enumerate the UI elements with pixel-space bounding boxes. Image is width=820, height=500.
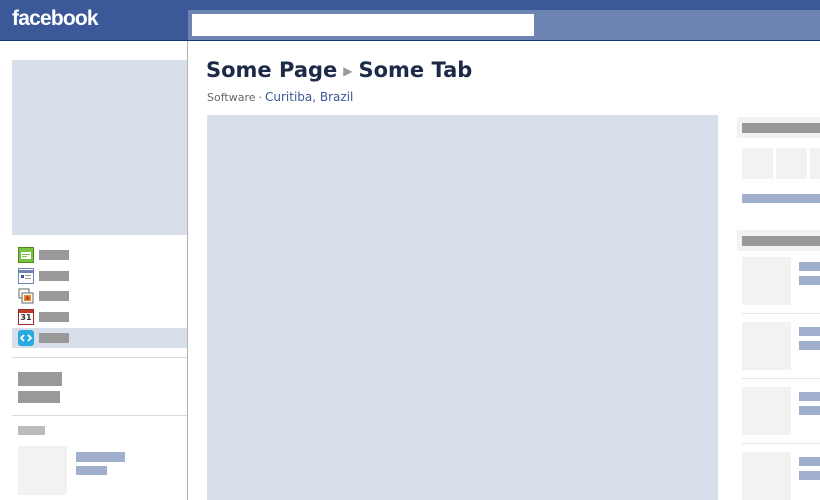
related-thumbnail[interactable]: [742, 322, 791, 370]
fan-thumbnail[interactable]: [776, 148, 807, 179]
page-title: Some Page ▶ Some Tab: [206, 58, 472, 82]
header-bar: [742, 123, 820, 133]
events-icon: 31: [18, 309, 34, 325]
related-detail-bar: [799, 406, 820, 415]
events-icon-date: 31: [20, 313, 32, 322]
divider: [742, 378, 820, 379]
related-detail-bar: [799, 276, 820, 285]
sidebar-item-label: [39, 250, 69, 260]
fan-thumbnail[interactable]: [742, 148, 773, 179]
page-subtitle: Software · Curitiba, Brazil: [207, 90, 353, 104]
info-icon: [18, 268, 34, 284]
sidebar-item-events[interactable]: 31: [12, 307, 187, 327]
sidebar-item-label: [39, 312, 69, 322]
sidebar-item-label: [39, 291, 69, 301]
search-input[interactable]: [192, 14, 534, 36]
separator-dot: ·: [258, 91, 263, 104]
sidebar-item-wall[interactable]: [12, 245, 187, 265]
related-name-bar[interactable]: [799, 262, 820, 271]
sidebar-item-label: [39, 271, 69, 281]
fan-thumbnail[interactable]: [810, 148, 820, 179]
related-thumbnail[interactable]: [742, 452, 791, 500]
divider: [12, 415, 187, 416]
facebook-logo[interactable]: facebook: [12, 7, 99, 31]
tab-name: Some Tab: [358, 58, 473, 82]
related-detail-bar: [799, 471, 820, 480]
sidebar-item-info[interactable]: [12, 266, 187, 286]
friend-name-bar[interactable]: [76, 452, 125, 462]
page-category: Software: [207, 91, 256, 104]
related-thumbnail[interactable]: [742, 387, 791, 435]
related-name-bar[interactable]: [799, 327, 820, 336]
see-all-link-bar[interactable]: [742, 194, 820, 203]
sidebar-item-label: [39, 333, 69, 343]
profile-picture[interactable]: [12, 60, 187, 235]
friend-detail-bar: [76, 466, 107, 475]
divider: [12, 357, 187, 358]
app-icon: [18, 330, 34, 346]
right-column-header: [737, 230, 820, 251]
right-column-header: [737, 117, 820, 138]
related-detail-bar: [799, 341, 820, 350]
breadcrumb-arrow-icon: ▶: [343, 64, 353, 78]
photos-icon: [18, 288, 34, 304]
sidebar-item-app[interactable]: [12, 328, 187, 348]
sidebar-item-photos[interactable]: [12, 286, 187, 306]
section-header-bar: [18, 426, 45, 435]
header-bar: [742, 236, 820, 246]
page-location-link[interactable]: Curitiba, Brazil: [265, 90, 353, 104]
divider: [742, 313, 820, 314]
wall-icon: [18, 247, 34, 263]
tab-content-canvas: [207, 115, 718, 500]
left-sidebar: 31: [0, 41, 188, 500]
sidebar-block: [18, 391, 60, 403]
sidebar-block: [18, 372, 62, 386]
related-thumbnail[interactable]: [742, 257, 791, 305]
friend-thumbnail[interactable]: [18, 446, 67, 495]
top-bar: facebook: [0, 0, 820, 41]
page-name[interactable]: Some Page: [206, 58, 337, 82]
related-name-bar[interactable]: [799, 457, 820, 466]
related-name-bar[interactable]: [799, 392, 820, 401]
divider: [742, 443, 820, 444]
